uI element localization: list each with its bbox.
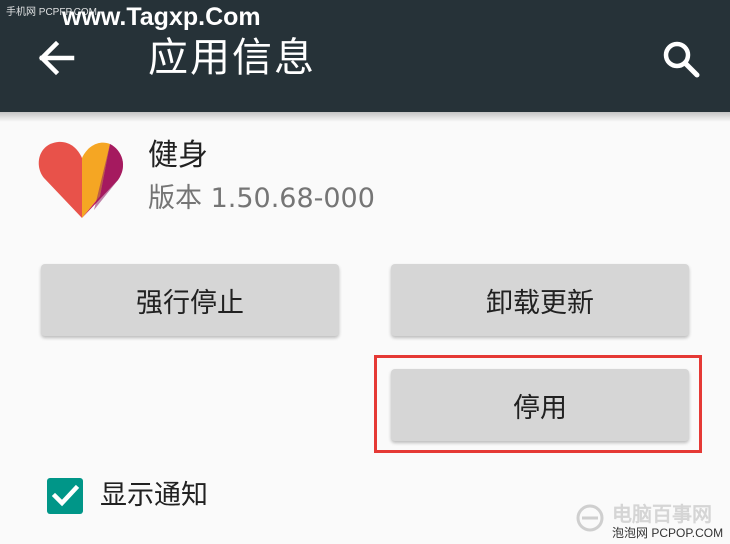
show-notifications-checkbox[interactable] — [47, 478, 83, 514]
app-icon — [34, 136, 130, 222]
back-button[interactable] — [28, 30, 84, 86]
force-stop-button[interactable]: 强行停止 — [41, 264, 339, 336]
show-notifications-label: 显示通知 — [100, 480, 208, 511]
watermark-top-brand: www.Tagxp.Com — [62, 3, 261, 31]
uninstall-updates-button[interactable]: 卸载更新 — [391, 264, 689, 336]
page-title: 应用信息 — [148, 35, 316, 81]
app-bar: 手机网 PCPFP.COM www.Tagxp.Com 应用信息 — [0, 0, 730, 112]
app-version: 版本 1.50.68-000 — [148, 183, 375, 214]
search-button[interactable] — [652, 30, 708, 86]
app-name: 健身 — [148, 138, 208, 173]
app-bar-shadow — [0, 112, 730, 122]
watermark-logo-icon — [575, 503, 605, 533]
arrow-left-icon — [38, 40, 75, 76]
watermark-bottom-brand: 电脑百事网 — [612, 502, 712, 526]
disable-button[interactable]: 停用 — [391, 369, 689, 441]
google-fit-heart-icon — [38, 141, 124, 218]
search-icon — [663, 41, 700, 78]
watermark-bottom-text: 泡泡网 PCPOP.COM — [612, 526, 724, 540]
checkmark-icon — [51, 484, 80, 507]
